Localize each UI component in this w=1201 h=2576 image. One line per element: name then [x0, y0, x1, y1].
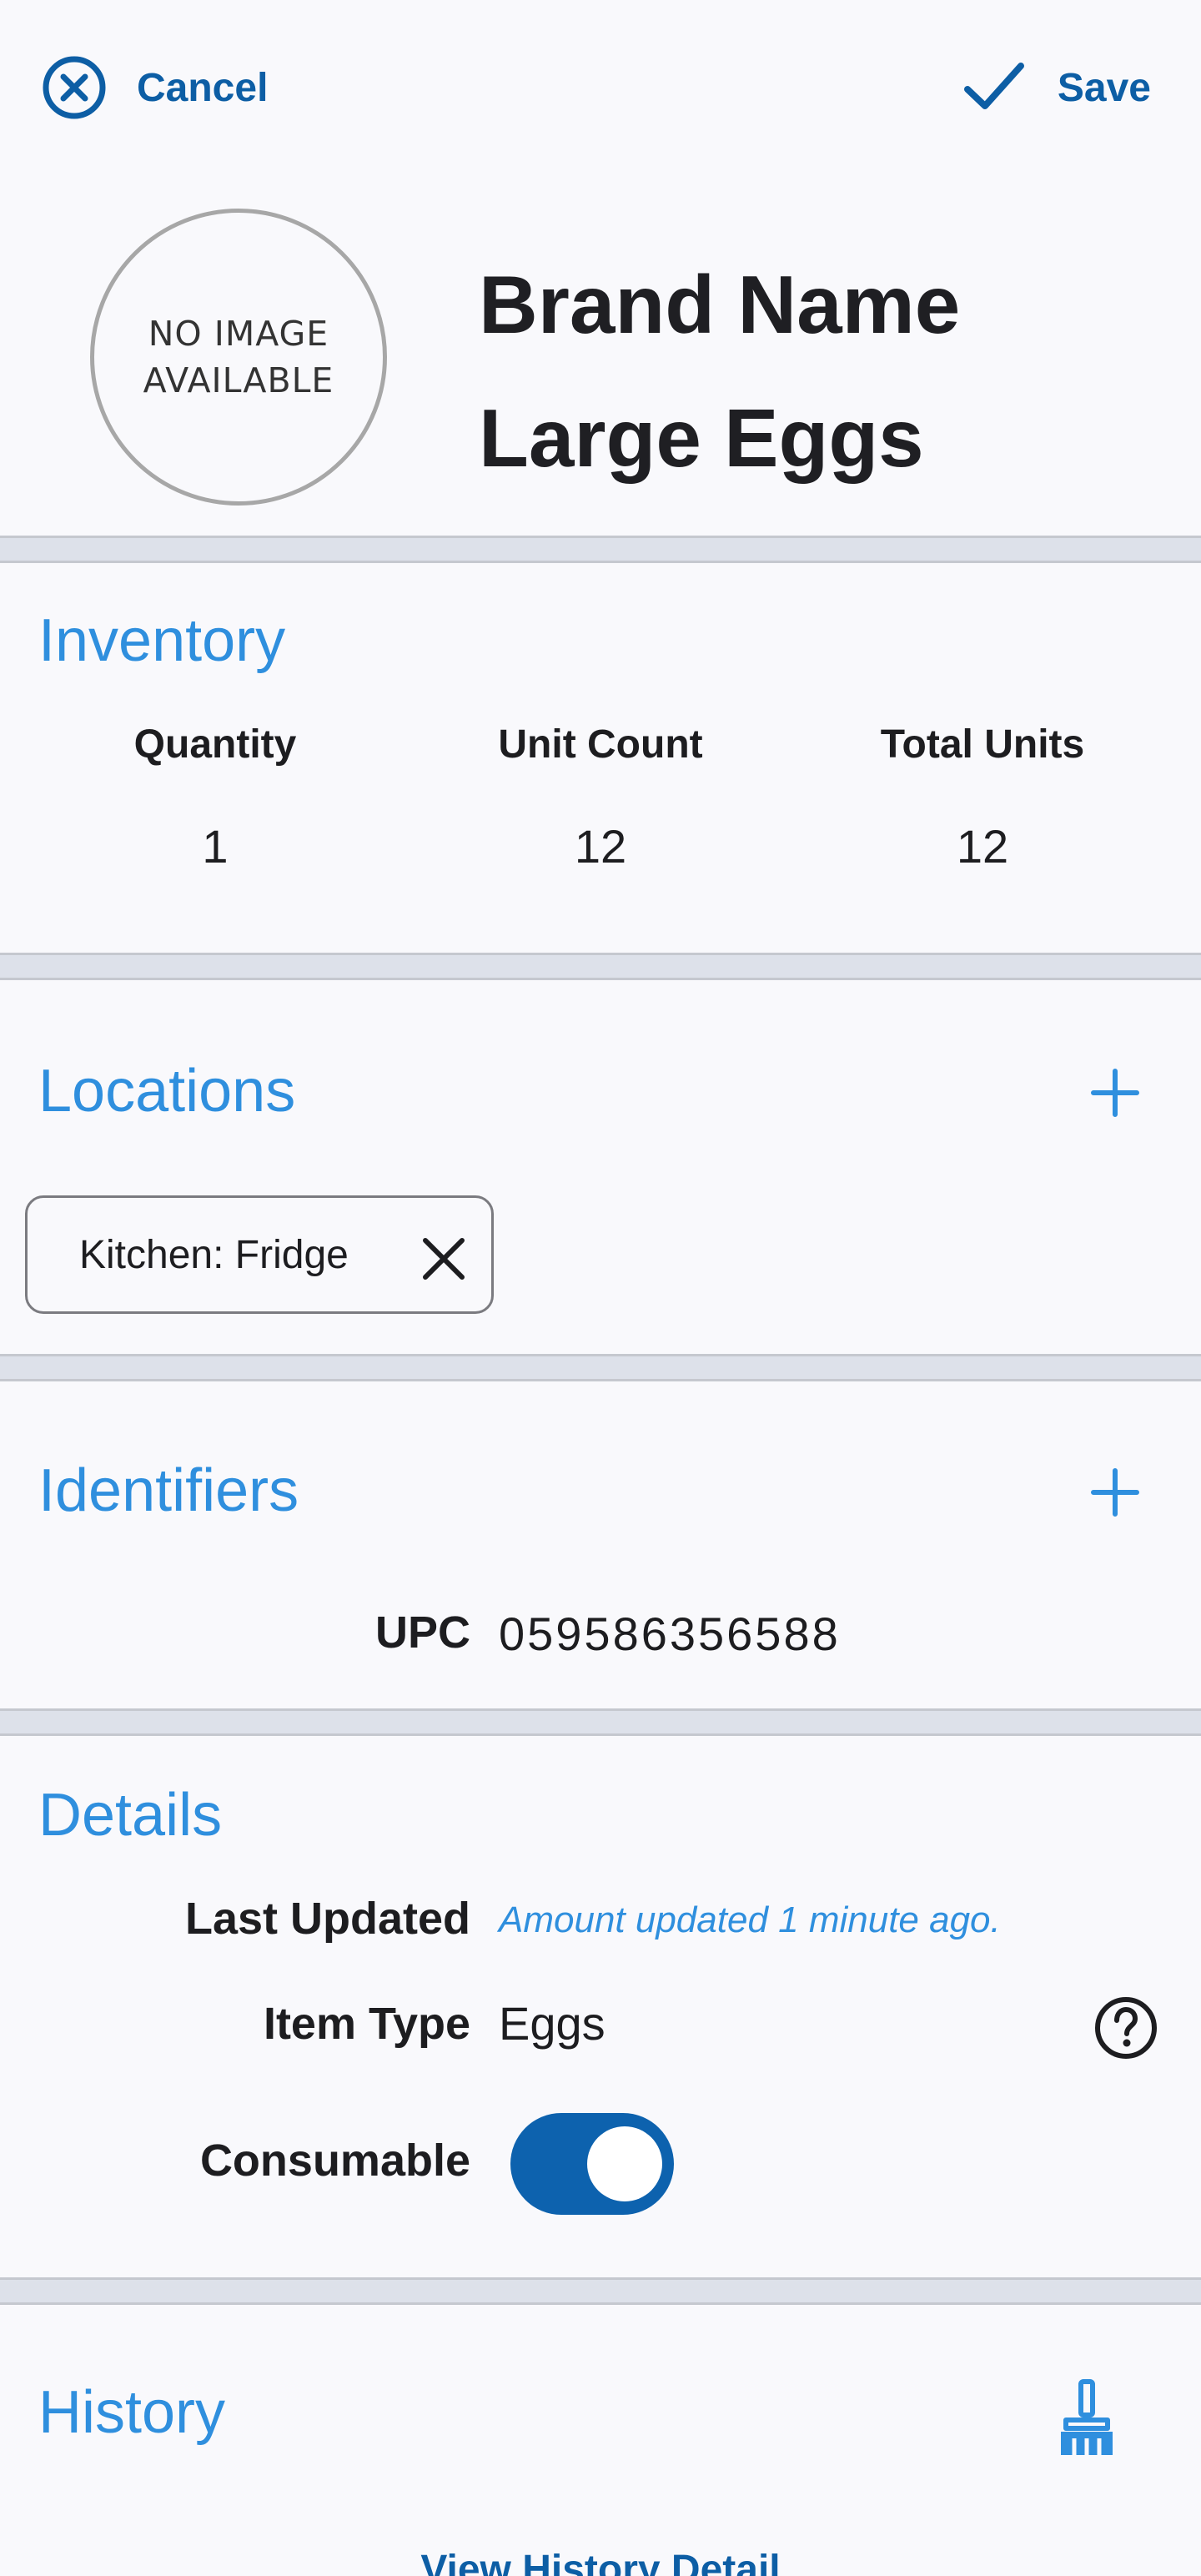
- plus-icon: [1091, 1069, 1139, 1117]
- save-label: Save: [1057, 65, 1151, 110]
- quantity-column[interactable]: Quantity 1: [32, 722, 399, 873]
- cancel-button[interactable]: Cancel: [37, 50, 268, 125]
- location-chip[interactable]: Kitchen: Fridge: [25, 1195, 494, 1314]
- product-title-line1: Brand Name: [479, 259, 961, 350]
- total-units-label: Total Units: [880, 722, 1085, 767]
- identifiers-title: Identifiers: [38, 1457, 299, 1524]
- save-button[interactable]: Save: [961, 50, 1151, 125]
- cancel-circle-icon: [37, 50, 112, 125]
- identifier-row[interactable]: UPC 059586356588: [0, 1607, 1201, 1665]
- item-header: Cancel Save NO IMAGE AVAILABLE Brand Nam…: [0, 0, 1201, 538]
- total-units-value: 12: [956, 820, 1009, 873]
- unit-count-label: Unit Count: [498, 722, 703, 767]
- item-type-label: Item Type: [263, 1999, 470, 2049]
- add-identifier-button[interactable]: [1086, 1463, 1144, 1522]
- quantity-label: Quantity: [133, 722, 297, 767]
- location-chip-label: Kitchen: Fridge: [79, 1232, 349, 1277]
- inventory-title: Inventory: [38, 607, 286, 674]
- locations-title: Locations: [38, 1058, 296, 1124]
- unit-count-column[interactable]: Unit Count 12: [417, 722, 784, 873]
- checkmark-icon: [961, 54, 1028, 121]
- consumable-label: Consumable: [199, 2136, 470, 2186]
- quantity-value: 1: [202, 820, 229, 873]
- cancel-label: Cancel: [137, 65, 269, 110]
- broom-icon[interactable]: [1048, 2378, 1128, 2458]
- total-units-column[interactable]: Total Units 12: [799, 722, 1166, 873]
- upc-label: UPC: [374, 1607, 470, 1658]
- unit-count-value: 12: [574, 820, 627, 873]
- item-type-value[interactable]: Eggs: [499, 1996, 606, 2050]
- product-image-placeholder[interactable]: NO IMAGE AVAILABLE: [90, 209, 387, 506]
- view-history-detail-link[interactable]: View History Detail: [0, 2547, 1201, 2576]
- no-image-text-line2: AVAILABLE: [143, 360, 334, 400]
- locations-section: Locations Kitchen: Fridge: [0, 978, 1201, 1356]
- consumable-toggle[interactable]: [510, 2113, 674, 2215]
- plus-icon: [1091, 1468, 1139, 1517]
- item-detail-screen: Cancel Save NO IMAGE AVAILABLE Brand Nam…: [0, 0, 1201, 2576]
- no-image-text-line1: NO IMAGE: [148, 314, 329, 354]
- last-updated-label: Last Updated: [184, 1894, 470, 1944]
- upc-value: 059586356588: [499, 1607, 841, 1660]
- inventory-section: Inventory Quantity 1 Unit Count 12 Total…: [0, 561, 1201, 955]
- product-title-line2: Large Eggs: [479, 392, 924, 484]
- details-section: Details Last Updated Amount updated 1 mi…: [0, 1733, 1201, 2280]
- add-location-button[interactable]: [1086, 1064, 1144, 1122]
- last-updated-value: Amount updated 1 minute ago.: [499, 1899, 1001, 1940]
- question-circle-icon[interactable]: [1093, 1995, 1159, 2061]
- toggle-knob: [587, 2126, 662, 2201]
- history-section: History View History Detail: [0, 2302, 1201, 2576]
- identifiers-section: Identifiers UPC 059586356588: [0, 1379, 1201, 1711]
- history-title: History: [38, 2379, 226, 2446]
- details-title: Details: [38, 1782, 223, 1849]
- close-icon[interactable]: [421, 1236, 466, 1281]
- product-title: Brand Name Large Eggs: [479, 238, 1163, 505]
